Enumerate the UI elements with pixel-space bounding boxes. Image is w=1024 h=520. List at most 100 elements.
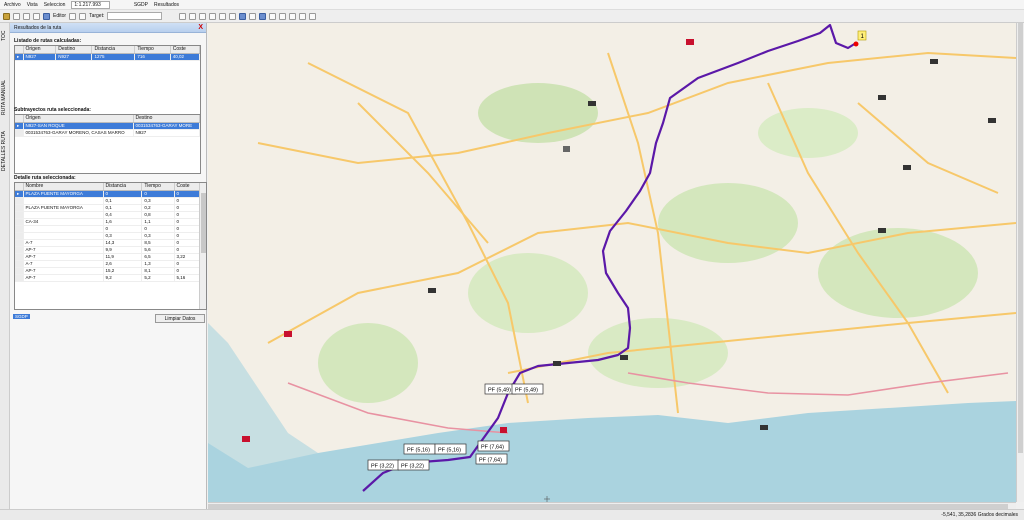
cell (23, 211, 104, 219)
col-header[interactable]: Nombre (23, 183, 104, 191)
fixed-zoom-in-icon[interactable] (209, 12, 217, 20)
col-header[interactable]: Destino (133, 115, 200, 123)
city-marker[interactable] (500, 427, 507, 433)
cell: 5,16 (174, 274, 201, 282)
zoom-out-icon[interactable] (199, 12, 207, 20)
factory-icon[interactable] (553, 361, 561, 366)
tab-detalles-ruta[interactable]: DETALLES RUTA (1, 131, 7, 171)
redo-icon[interactable] (33, 12, 40, 20)
city-marker[interactable] (686, 39, 694, 45)
cell: 8,1 (141, 267, 175, 275)
cell: CA-34 (23, 218, 104, 226)
map-vertical-scrollbar[interactable] (1016, 23, 1024, 502)
menu-archivo[interactable]: Archivo (4, 2, 21, 8)
map-view[interactable]: PF (5,49) PF (5,49) PF (5,16) PF (5,16) … (208, 23, 1016, 502)
find-icon[interactable] (299, 12, 307, 20)
clear-data-button[interactable]: Limpiar Datos (155, 314, 205, 323)
table-row[interactable]: 0031534763-GARAY MORENO, CASAS MARRO N92… (15, 129, 200, 137)
cell: 1,6 (103, 218, 143, 226)
cell: 14,3 (103, 239, 143, 247)
factory-icon[interactable] (878, 95, 886, 100)
col-header[interactable]: Distancia (103, 183, 143, 191)
cell: 0 (174, 246, 201, 254)
full-extent-icon[interactable] (219, 12, 227, 20)
city-marker[interactable] (284, 331, 292, 337)
row-selector (15, 218, 24, 226)
cell: 0 (174, 211, 201, 219)
edit-tool-icon[interactable] (69, 12, 77, 20)
table-row[interactable]: A-7 14,3 8,5 0 (15, 239, 201, 247)
menu-resultados[interactable]: Resultados (154, 2, 179, 8)
target-select[interactable] (107, 12, 163, 20)
menu-seleccion[interactable]: Seleccion (44, 2, 66, 8)
factory-icon[interactable] (428, 288, 436, 293)
factory-icon[interactable] (588, 101, 596, 106)
editor-menu[interactable]: Editor (53, 13, 66, 19)
table-row[interactable]: 0,1 0,3 0 (15, 197, 201, 205)
save-icon[interactable] (13, 12, 20, 20)
cell: 9,9 (103, 246, 143, 254)
refresh-icon[interactable] (239, 12, 247, 20)
factory-icon[interactable] (930, 59, 938, 64)
clear-selection-icon[interactable] (269, 12, 277, 20)
table-row[interactable]: 0,4 0,8 0 (15, 211, 201, 219)
building-icon[interactable] (563, 146, 570, 152)
col-header[interactable]: Destino (55, 46, 93, 54)
col-header[interactable]: Distancia (91, 46, 136, 54)
col-header[interactable]: Tiempo (134, 46, 171, 54)
pan-icon[interactable] (179, 12, 187, 20)
select-features-icon[interactable] (259, 12, 267, 20)
factory-icon[interactable] (903, 165, 911, 170)
forward-extent-icon[interactable] (249, 12, 257, 20)
factory-icon[interactable] (988, 118, 996, 123)
layers-icon[interactable] (309, 12, 317, 20)
col-header[interactable]: Coste (170, 46, 201, 54)
table-row[interactable]: AP-7 11,9 6,5 3,22 (15, 253, 201, 261)
table-row[interactable]: AP-7 9,2 5,2 5,16 (15, 274, 201, 282)
tab-ruta-manual[interactable]: RUTA MANUAL (1, 80, 7, 115)
cell: 0,8 (141, 211, 175, 219)
map-canvas[interactable]: PF (5,49) PF (5,49) PF (5,16) PF (5,16) … (208, 23, 1016, 502)
cell: 5,2 (141, 274, 175, 282)
table-row[interactable]: ▸ PLAZA PUENTE MAYORGA 0 0 0 (15, 190, 201, 198)
menu-sgdp[interactable]: SGDP (134, 2, 148, 8)
col-header[interactable]: Tiempo (141, 183, 175, 191)
status-bar: -5,541, 35,2836 Grados decimales (0, 509, 1024, 520)
table-row[interactable]: ▸ N927-SAN ROQUE 0031534763-GARAY MORE (15, 122, 200, 130)
globe-icon[interactable] (43, 12, 50, 20)
close-icon[interactable]: X (198, 23, 203, 33)
add-data-icon[interactable] (3, 12, 10, 20)
col-header[interactable]: Origen (23, 115, 134, 123)
cell: 1275 (91, 53, 136, 61)
scroll-thumb[interactable] (201, 193, 206, 253)
menu-vista[interactable]: Vista (27, 2, 38, 8)
route-end-point[interactable] (853, 41, 859, 47)
table-row[interactable]: A-7 2,6 1,3 0 (15, 260, 201, 268)
scroll-thumb[interactable] (1018, 23, 1023, 453)
undo-icon[interactable] (23, 12, 30, 20)
detail-scrollbar[interactable] (199, 183, 206, 309)
table-row[interactable]: PLAZA PUENTE MAYORGA 0,1 0,2 0 (15, 204, 201, 212)
table-row[interactable]: AP-7 15,2 8,1 0 (15, 267, 201, 275)
factory-icon[interactable] (878, 228, 886, 233)
table-row[interactable]: ▸ N927 N927 1275 716 40,02 (15, 53, 201, 61)
cell: 0 (103, 225, 143, 233)
zoom-in-icon[interactable] (189, 12, 197, 20)
city-marker[interactable] (242, 436, 250, 442)
col-header[interactable]: Origen (23, 46, 57, 54)
col-header[interactable]: Coste (174, 183, 201, 191)
back-extent-icon[interactable] (229, 12, 237, 20)
sketch-icon[interactable] (79, 12, 87, 20)
table-row[interactable]: 000 (15, 225, 201, 233)
table-row[interactable]: AP-7 9,9 5,6 0 (15, 246, 201, 254)
map-horizontal-scrollbar[interactable] (208, 502, 1016, 509)
scale-select[interactable]: 1:1.217.993 (71, 0, 110, 9)
cell: AP-7 (23, 267, 104, 275)
factory-icon[interactable] (620, 355, 628, 360)
measure-icon[interactable] (289, 12, 297, 20)
table-row[interactable]: CA-34 1,6 1,1 0 (15, 218, 201, 226)
table-row[interactable]: 0,3 0,3 0 (15, 232, 201, 240)
factory-icon[interactable] (760, 425, 768, 430)
tab-toc[interactable]: TOC (1, 31, 7, 41)
identify-icon[interactable] (279, 12, 287, 20)
